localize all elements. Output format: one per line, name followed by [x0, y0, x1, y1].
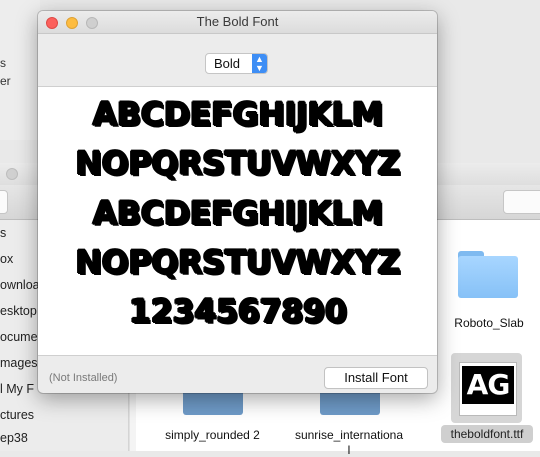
- finder-back-button[interactable]: [0, 190, 8, 214]
- font-preview-window: The Bold Font Bold ▲ ▼ ABCDEFGHIJKLM NOPQ…: [38, 11, 437, 393]
- font-preview-area: ABCDEFGHIJKLM NOPQRSTUVWXYZ ABCDEFGHIJKL…: [38, 86, 437, 356]
- sidebar-item[interactable]: ox: [0, 249, 13, 269]
- desktop-background: s er: [0, 0, 40, 140]
- file-name-simply-rounded[interactable]: simply_rounded 2: [150, 428, 275, 442]
- preview-line-uppercase-a-m: ABCDEFGHIJKLM: [92, 95, 383, 133]
- folder-icon[interactable]: [458, 251, 518, 301]
- finder-search-field[interactable]: [503, 190, 540, 214]
- sidebar-item-downloads[interactable]: ownloa: [0, 275, 40, 295]
- file-name-sunrise-international-line2: l: [347, 443, 351, 457]
- sidebar-item[interactable]: ep38: [0, 428, 28, 448]
- install-font-button[interactable]: Install Font: [324, 367, 428, 389]
- preview-line-uppercase-n-z: NOPQRSTUVWXYZ: [75, 144, 400, 182]
- folder-icon[interactable]: [320, 393, 380, 415]
- chevron-updown-icon: ▲ ▼: [252, 54, 267, 73]
- sidebar-item-documents[interactable]: ocume: [0, 327, 38, 347]
- sidebar-item-pictures[interactable]: ctures: [0, 405, 34, 425]
- sidebar-item[interactable]: s: [0, 223, 6, 243]
- font-file-icon[interactable]: AG: [459, 362, 517, 416]
- desktop-item-label: er: [0, 74, 11, 88]
- font-style-value: Bold: [214, 56, 241, 71]
- preview-line-uppercase-a-m: ABCDEFGHIJKLM: [92, 194, 383, 232]
- font-thumbnail-text: AG: [462, 366, 514, 404]
- sidebar-item-all-my-files[interactable]: l My F: [0, 379, 34, 399]
- window-titlebar[interactable]: The Bold Font: [38, 11, 437, 34]
- folder-icon[interactable]: [183, 393, 243, 415]
- sidebar-item-images[interactable]: mages: [0, 353, 38, 373]
- file-name-sunrise-international[interactable]: sunrise_internationa: [283, 428, 415, 442]
- folder-body: [458, 256, 518, 298]
- preview-line-uppercase-n-z: NOPQRSTUVWXYZ: [75, 243, 400, 281]
- window-title: The Bold Font: [196, 14, 279, 29]
- file-name-theboldfont[interactable]: theboldfont.ttf: [441, 425, 533, 443]
- desktop-item-label: s: [0, 56, 6, 70]
- finder-close-icon[interactable]: [6, 168, 18, 180]
- file-name-roboto-slab[interactable]: Roboto_Slab: [440, 316, 538, 330]
- sidebar-item-desktop[interactable]: esktop: [0, 301, 37, 321]
- preview-line-digits: 1234567890: [128, 292, 347, 330]
- install-status: (Not Installed): [49, 372, 118, 384]
- font-style-select[interactable]: Bold ▲ ▼: [205, 53, 268, 74]
